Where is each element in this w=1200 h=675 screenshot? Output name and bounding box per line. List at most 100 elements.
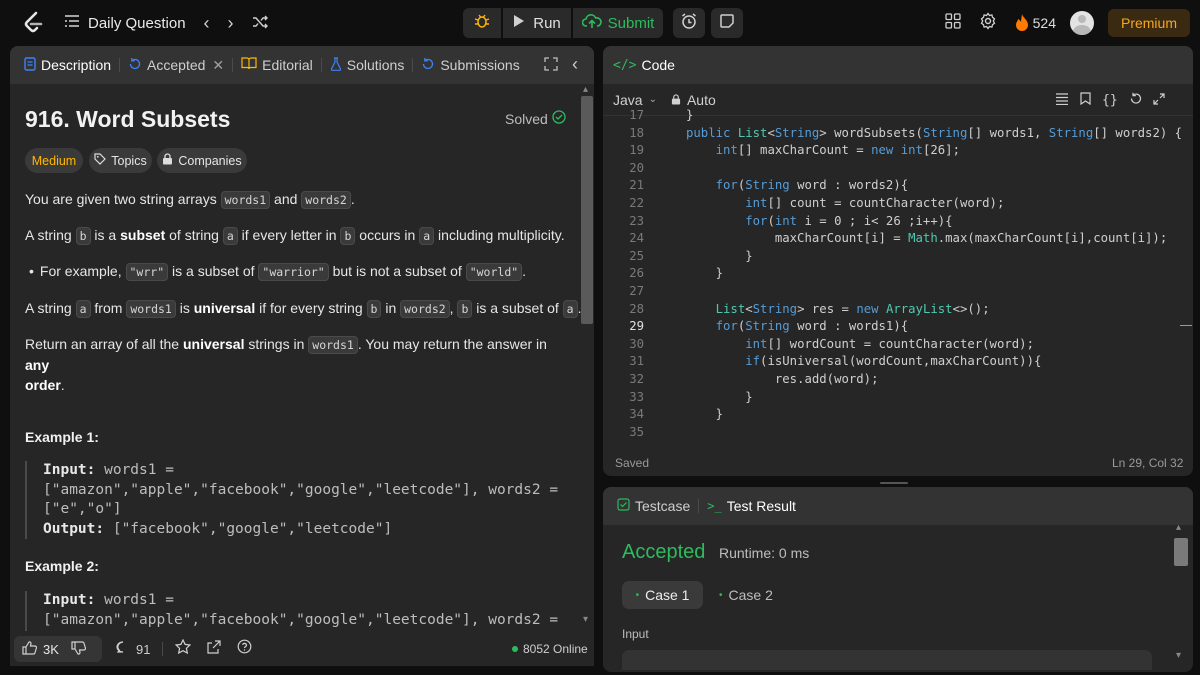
daily-question-button[interactable]: Daily Question: [64, 14, 186, 32]
tab-submissions-label: Submissions: [440, 57, 520, 73]
scroll-up-icon[interactable]: ▴: [583, 84, 588, 95]
timer-button[interactable]: [673, 8, 705, 38]
line-number: 21: [629, 178, 644, 193]
lock-icon: [162, 153, 173, 168]
thumbs-up-icon[interactable]: [22, 640, 38, 658]
close-tab-icon[interactable]: ✕: [212, 57, 224, 74]
line-number: 30: [629, 336, 644, 351]
line-text: if(isUniversal(wordCount,maxCharCount)){: [745, 354, 1042, 369]
scroll-up-icon[interactable]: ▴: [1176, 522, 1181, 533]
history-icon: [128, 57, 142, 74]
tab-test-result[interactable]: >_ Test Result: [707, 498, 796, 514]
scroll-down-icon[interactable]: ▾: [1176, 650, 1181, 661]
collapse-panel-icon[interactable]: ‹: [572, 54, 578, 75]
editor-cursor-marker: [1180, 325, 1192, 326]
streak-counter[interactable]: 524: [1015, 13, 1056, 34]
tab-solutions[interactable]: Solutions: [330, 56, 405, 74]
settings-gear-icon[interactable]: [979, 11, 997, 35]
online-indicator: 8052 Online: [512, 642, 588, 656]
line-number: 33: [629, 389, 644, 404]
maximize-icon[interactable]: [1153, 92, 1165, 108]
next-icon[interactable]: ›: [228, 13, 234, 34]
format-icon[interactable]: [1055, 92, 1069, 108]
code-line[interactable]: 28 List<String> res = new ArrayList<>();: [612, 302, 989, 320]
solved-label: Solved: [505, 110, 548, 127]
scroll-down-icon[interactable]: ▾: [583, 614, 588, 625]
star-icon[interactable]: [175, 638, 192, 659]
tab-testcase[interactable]: Testcase: [617, 498, 690, 514]
tab-submissions[interactable]: Submissions: [421, 57, 520, 74]
code-line[interactable]: 29 for(String word : words1){: [612, 319, 908, 337]
code-line[interactable]: 22 int[] count = countCharacter(word);: [612, 196, 1004, 214]
topics-chip[interactable]: Topics: [89, 148, 152, 173]
thumbs-down-icon[interactable]: [71, 640, 86, 658]
submit-button[interactable]: Submit: [573, 8, 663, 38]
line-number: 24: [629, 231, 644, 246]
code-line[interactable]: 21 for(String word : words2){: [612, 178, 908, 196]
code-line[interactable]: 18 public List<String> wordSubsets(String…: [612, 126, 1182, 144]
code-line[interactable]: 19 int[] maxCharCount = new int[26];: [612, 143, 960, 161]
previous-icon[interactable]: ‹: [204, 13, 210, 34]
code-line[interactable]: 34 }: [612, 407, 723, 425]
code-line[interactable]: 20: [612, 161, 686, 179]
reset-icon[interactable]: [1129, 92, 1142, 108]
shuffle-icon[interactable]: [252, 13, 268, 34]
case-1-tab[interactable]: • Case 1: [622, 581, 703, 609]
alarm-clock-icon: [680, 12, 698, 34]
problem-example-bullet: • For example, "wrr" is a subset of "warr…: [29, 263, 527, 281]
example-1-title: Example 1:: [25, 429, 99, 445]
code-line[interactable]: 33 }: [612, 389, 753, 408]
leetcode-logo-icon[interactable]: [20, 10, 46, 36]
code-line[interactable]: 23 for(int i = 0 ; i< 26 ;i++){: [612, 214, 952, 232]
code-line[interactable]: 27: [612, 284, 686, 302]
tab-description[interactable]: Description: [24, 56, 111, 74]
code-line[interactable]: 32 res.add(word);: [612, 372, 878, 390]
difficulty-badge[interactable]: Medium: [25, 148, 83, 173]
help-icon[interactable]: [237, 639, 252, 659]
expand-icon[interactable]: [544, 57, 558, 74]
list-icon: [64, 14, 80, 32]
note-button[interactable]: [711, 8, 743, 38]
code-line[interactable]: 17}: [612, 108, 693, 126]
result-scrollbar[interactable]: ▴ ▾: [1174, 522, 1188, 664]
code-line[interactable]: 24 maxCharCount[i] = Math.max(maxCharCou…: [612, 231, 1167, 249]
code-line[interactable]: 26 }: [612, 266, 723, 284]
auto-mode[interactable]: Auto: [671, 92, 716, 108]
braces-icon[interactable]: {}: [1102, 93, 1118, 108]
description-scrollbar[interactable]: ▴ ▾: [580, 84, 594, 630]
line-number: 27: [629, 284, 644, 298]
code-line[interactable]: 35: [612, 425, 686, 443]
user-avatar[interactable]: [1070, 11, 1094, 35]
companies-chip[interactable]: Companies: [157, 148, 247, 173]
tab-code[interactable]: </> Code: [613, 57, 675, 73]
scrollbar-thumb[interactable]: [1174, 538, 1188, 566]
auto-label: Auto: [686, 91, 716, 108]
line-text: }: [686, 389, 753, 404]
run-button[interactable]: Run: [503, 8, 571, 38]
scrollbar-thumb[interactable]: [581, 96, 593, 324]
code-line[interactable]: 30 int[] wordCount = countCharacter(word…: [612, 337, 1034, 355]
case-2-tab[interactable]: • Case 2: [719, 581, 779, 609]
line-text: }: [686, 266, 724, 281]
tag-icon: [94, 153, 107, 168]
tab-solutions-label: Solutions: [346, 57, 405, 73]
tab-accepted[interactable]: Accepted ✕: [128, 57, 224, 74]
bookmark-icon[interactable]: [1080, 92, 1091, 108]
problem-title: 916. Word Subsets: [25, 106, 231, 132]
comments-button[interactable]: 91: [116, 640, 150, 658]
language-select[interactable]: Java ⌄: [613, 92, 657, 108]
case-1-label: Case 1: [645, 587, 690, 603]
line-text: }: [686, 108, 694, 122]
code-line[interactable]: 31 if(isUniversal(wordCount,maxCharCount…: [612, 354, 1041, 372]
premium-button[interactable]: Premium: [1108, 9, 1190, 37]
debug-button[interactable]: [463, 8, 501, 38]
testcase-label: Testcase: [635, 498, 691, 514]
share-icon[interactable]: [207, 639, 222, 659]
tab-editorial[interactable]: Editorial: [241, 57, 313, 73]
resize-handle[interactable]: [880, 482, 908, 484]
code-line[interactable]: 25 }: [612, 249, 752, 267]
example-1-block: Input: words1 = ["amazon","apple","faceb…: [25, 461, 565, 539]
line-text: int[] maxCharCount = new int[26];: [715, 143, 960, 158]
code-panel-header: </> Code: [603, 46, 1193, 84]
layout-grid-icon[interactable]: [944, 12, 961, 34]
